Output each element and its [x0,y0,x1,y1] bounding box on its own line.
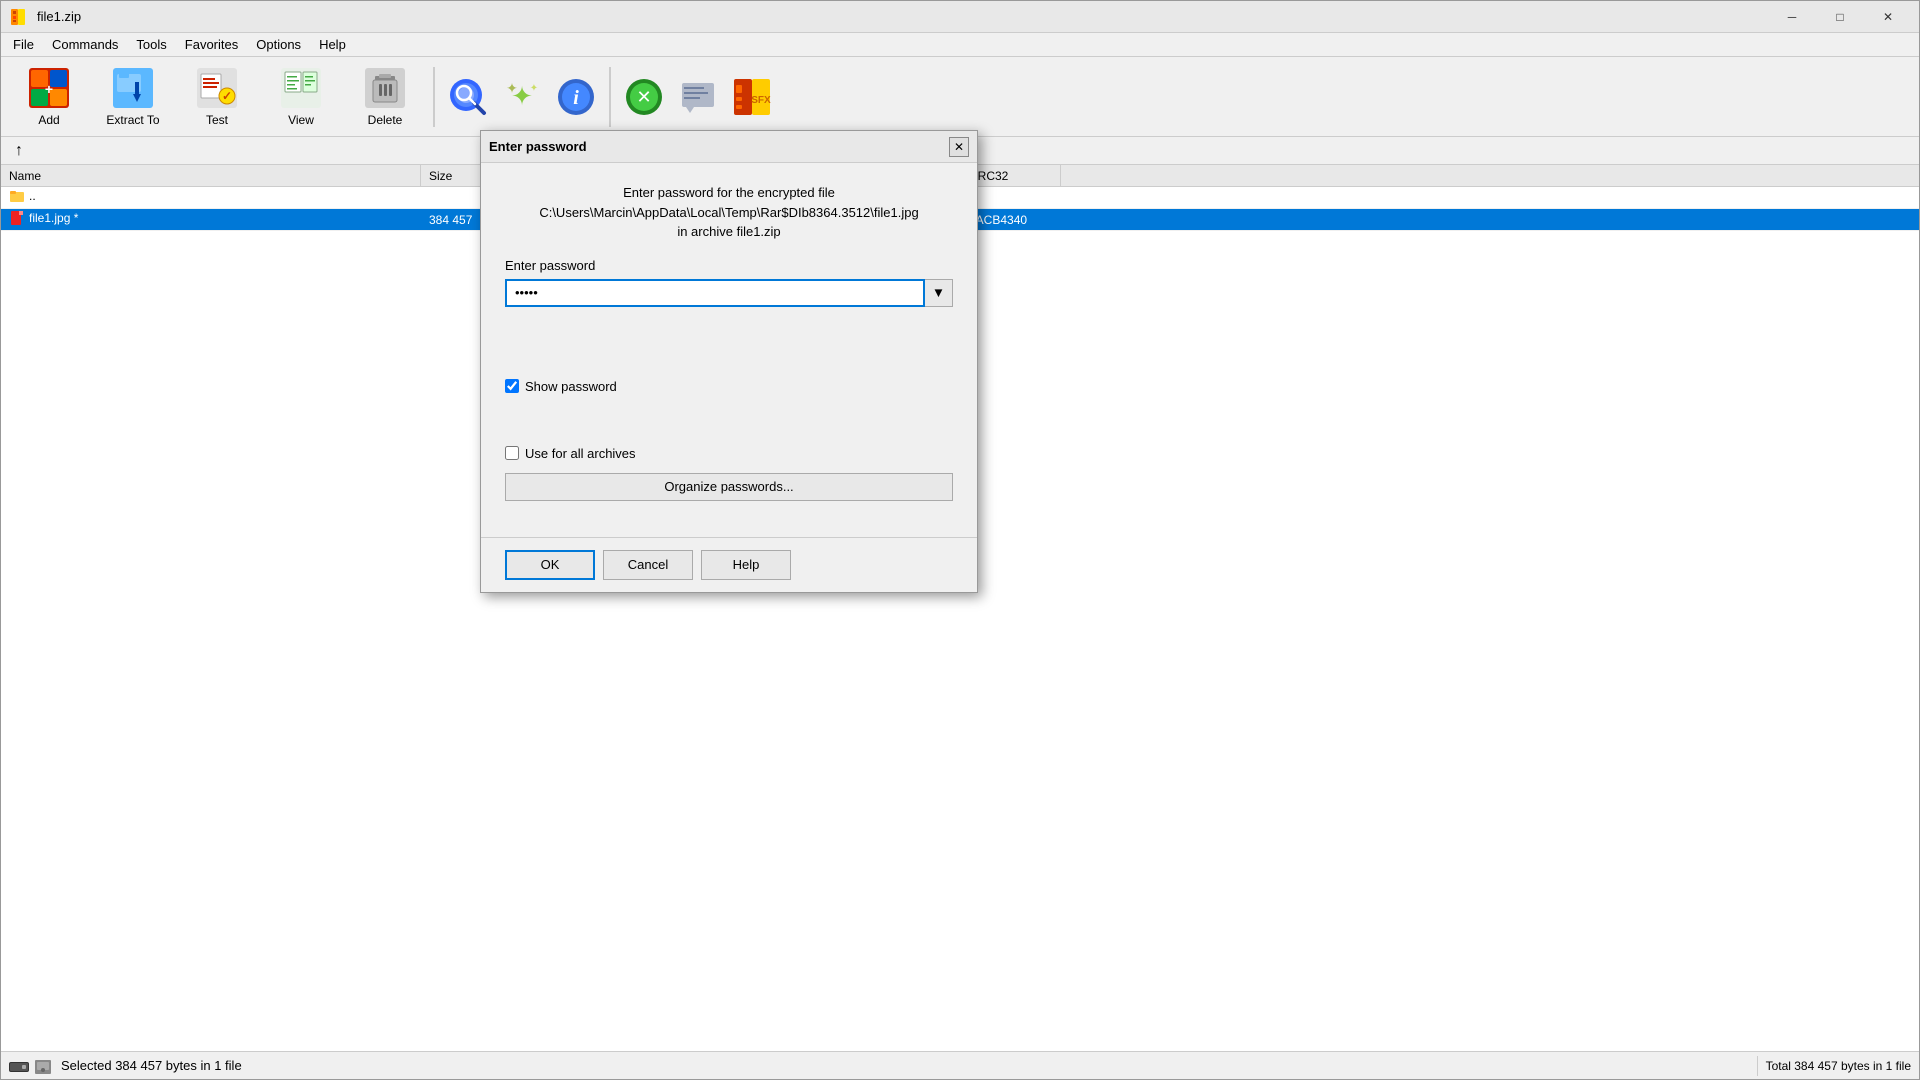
password-dropdown-button[interactable]: ▼ [925,279,953,307]
cancel-button[interactable]: Cancel [603,550,693,580]
use-all-archives-row: Use for all archives [505,446,953,461]
dialog-footer: OK Cancel Help [481,537,977,592]
spacer-2 [505,406,953,446]
password-input[interactable] [505,279,925,307]
show-password-label[interactable]: Show password [525,379,617,394]
password-dialog: Enter password ✕ Enter password for the … [480,130,978,593]
password-label: Enter password [505,258,953,273]
organize-passwords-button[interactable]: Organize passwords... [505,473,953,501]
dialog-overlay: Enter password ✕ Enter password for the … [0,0,1920,1080]
dialog-title: Enter password [489,139,587,154]
password-input-row: ▼ [505,279,953,307]
help-button[interactable]: Help [701,550,791,580]
use-all-archives-checkbox[interactable] [505,446,519,460]
use-all-archives-label[interactable]: Use for all archives [525,446,636,461]
dropdown-arrow-icon: ▼ [932,285,945,300]
ok-button[interactable]: OK [505,550,595,580]
dialog-body: Enter password for the encrypted file C:… [481,163,977,537]
show-password-checkbox[interactable] [505,379,519,393]
dialog-description: Enter password for the encrypted file C:… [505,183,953,242]
dialog-close-button[interactable]: ✕ [949,137,969,157]
dialog-desc-line2: C:\Users\Marcin\AppData\Local\Temp\Rar$D… [539,205,918,220]
show-password-row: Show password [505,379,953,394]
dialog-desc-line3: in archive file1.zip [677,224,780,239]
dialog-desc-line1: Enter password for the encrypted file [623,185,835,200]
dialog-title-bar: Enter password ✕ [481,131,977,163]
spacer-1 [505,319,953,379]
